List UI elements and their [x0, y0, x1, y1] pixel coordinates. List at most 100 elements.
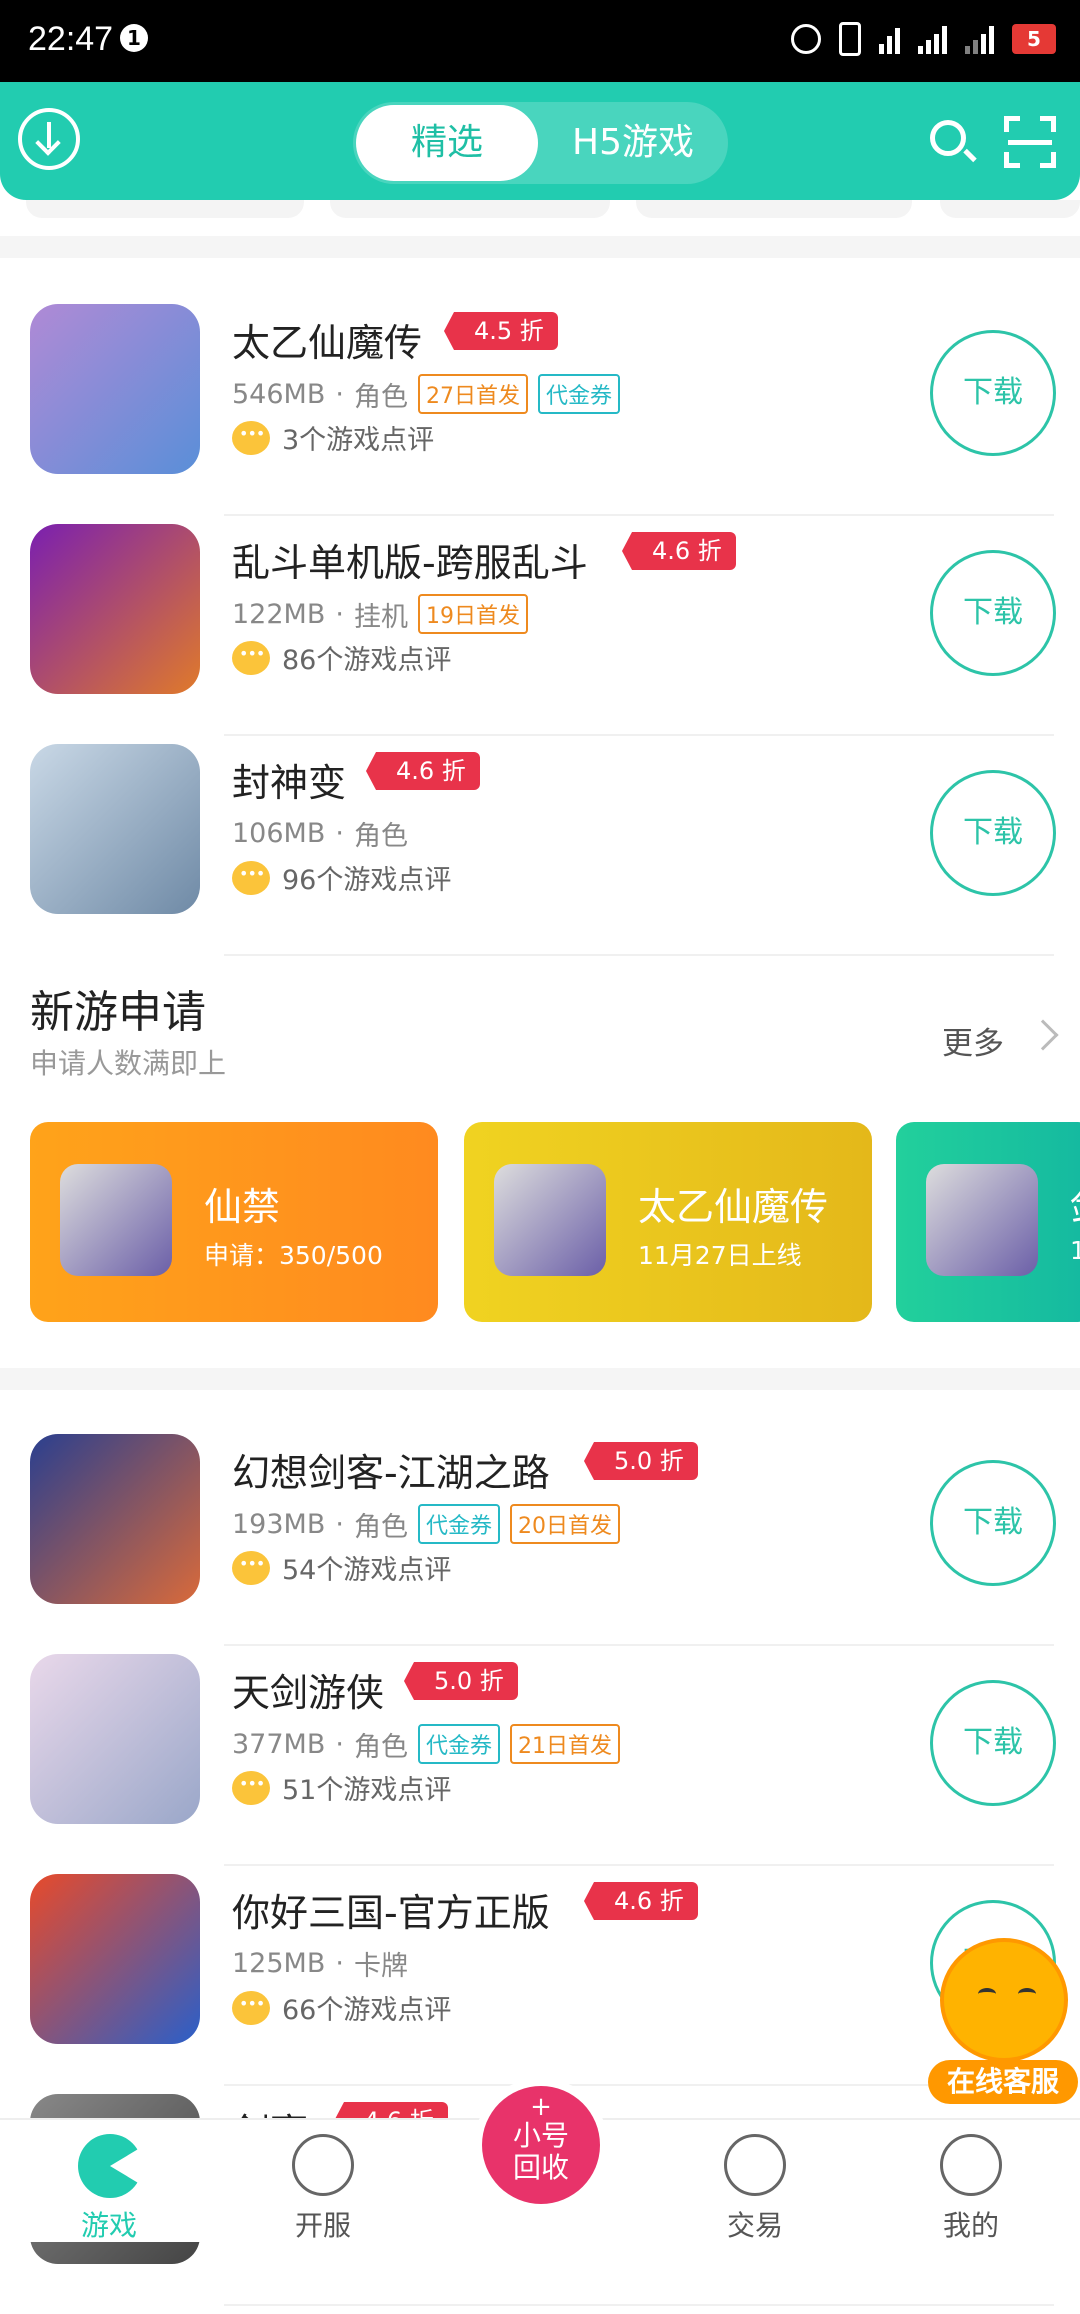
account-recycle-button[interactable]: + 小号回收	[482, 2086, 600, 2204]
status-time: 22:47	[28, 20, 114, 58]
game-name[interactable]: 你好三国-官方正版	[232, 1882, 550, 1937]
game-icon[interactable]	[30, 1434, 200, 1604]
notification-badge: 1	[120, 24, 148, 52]
new-game-name: 剑	[1070, 1176, 1080, 1231]
download-manager-icon[interactable]	[18, 108, 80, 170]
game-name[interactable]: 太乙仙魔传	[232, 312, 422, 367]
tab-featured[interactable]: 精选	[356, 105, 538, 181]
signal-icon-2	[965, 24, 994, 54]
nav-server-open-label: 开服	[294, 2209, 351, 2242]
new-game-card[interactable]: 仙禁申请：350/500	[30, 1122, 438, 1322]
game-icon[interactable]	[30, 524, 200, 694]
download-button[interactable]: 下载	[930, 1680, 1056, 1806]
previous-card-edge	[330, 200, 610, 218]
status-bar: 22:47 1 5	[0, 0, 1080, 82]
new-game-info: 申请：350/500	[204, 1241, 383, 1270]
game-category: 角色	[353, 821, 408, 852]
comment-bubble-icon	[232, 1770, 270, 1805]
review-count: 96个游戏点评	[282, 865, 452, 896]
row-divider	[224, 514, 1054, 516]
section-divider	[0, 236, 1080, 258]
scan-icon[interactable]	[1004, 116, 1056, 168]
exchange-icon	[724, 2134, 786, 2196]
meta-dot: ·	[335, 1948, 344, 1979]
nav-server-open[interactable]: 开服	[248, 2120, 398, 2244]
nav-mine[interactable]: 我的	[896, 2120, 1046, 2244]
top-segment-control: 精选 H5游戏	[353, 102, 728, 184]
game-tag: 21日首发	[509, 1724, 620, 1764]
row-divider	[224, 1644, 1054, 1646]
wifi-icon	[879, 24, 900, 54]
new-game-card[interactable]: 剑1	[896, 1122, 1080, 1322]
game-name[interactable]: 幻想剑客-江湖之路	[232, 1442, 550, 1497]
search-icon[interactable]	[930, 120, 966, 156]
game-name[interactable]: 乱斗单机版-跨服乱斗	[232, 532, 588, 587]
game-icon[interactable]	[30, 304, 200, 474]
account-recycle-label: 小号回收	[512, 2119, 569, 2184]
game-icon[interactable]	[30, 1654, 200, 1824]
new-game-info: 1	[1070, 1236, 1080, 1265]
game-name[interactable]: 天剑游侠	[232, 1662, 384, 1717]
game-name[interactable]: 封神变	[232, 752, 346, 807]
game-meta: 106MB · 角色	[232, 814, 408, 853]
game-category: 卡牌	[353, 1951, 408, 1982]
row-divider	[224, 734, 1054, 736]
more-link[interactable]: 更多	[942, 1018, 1004, 1063]
game-tag: 代金券	[417, 1504, 500, 1544]
tab-h5-games[interactable]: H5游戏	[548, 105, 718, 181]
discount-badge: 5.0 折	[584, 1442, 698, 1480]
game-tag: 代金券	[417, 1724, 500, 1764]
game-list-item[interactable]: 你好三国-官方正版4.6 折125MB·卡牌66个游戏点评下载	[0, 1874, 1080, 2094]
game-list-item[interactable]: 乱斗单机版-跨服乱斗 4.6 折 122MB · 挂机 19日首发 86个游戏点评 下载	[0, 524, 1080, 744]
previous-card-edge	[940, 200, 1080, 218]
row-divider	[224, 954, 1054, 956]
game-icon[interactable]	[30, 1874, 200, 2044]
game-category: 角色	[353, 1731, 408, 1763]
game-reviews: 66个游戏点评	[232, 1988, 451, 2027]
review-count: 86个游戏点评	[282, 645, 452, 676]
download-button[interactable]: 下载	[930, 770, 1056, 896]
game-list-item[interactable]: 天剑游侠 5.0 折 377MB · 角色代金券21日首发 51个游戏点评 下载	[0, 1654, 1080, 1874]
game-icon[interactable]	[30, 744, 200, 914]
game-size: 377MB	[232, 1728, 326, 1760]
game-meta: 546MB · 角色 27日首发 代金券	[232, 374, 620, 414]
new-game-card[interactable]: 太乙仙魔传 11月27日上线	[464, 1122, 872, 1322]
nav-trade[interactable]: 交易	[680, 2120, 830, 2244]
game-list-item[interactable]: 封神变 4.6 折 106MB · 角色 96个游戏点评 下载	[0, 744, 1080, 964]
download-button[interactable]: 下载	[930, 550, 1056, 676]
section-subtitle: 申请人数满即上	[30, 1047, 227, 1080]
game-tag: 代金券	[537, 374, 620, 414]
discount-badge: 4.6 折	[584, 1882, 698, 1920]
new-game-name: 太乙仙魔传	[638, 1185, 829, 1229]
alarm-icon	[791, 24, 821, 54]
game-tag: 27日首发	[417, 374, 528, 414]
game-reviews: 54个游戏点评	[232, 1548, 451, 1587]
game-meta: 377MB · 角色 代金券 21日首发	[232, 1724, 620, 1764]
comment-bubble-icon	[232, 1550, 270, 1585]
game-list-item[interactable]: 幻想剑客-江湖之路 5.0 折 193MB · 角色代金券20日首发 54个游戏点评 下载	[0, 1434, 1080, 1654]
previous-card-edge	[26, 200, 304, 218]
new-game-info: 11月27日上线	[638, 1241, 802, 1270]
game-meta: 125MB · 卡牌	[232, 1944, 408, 1983]
game-size: 122MB	[232, 598, 326, 630]
discount-badge: 4.6 折	[622, 532, 736, 570]
meta-dot: ·	[335, 1728, 344, 1760]
plus-icon: +	[530, 2092, 552, 2122]
system-icons: 5	[791, 22, 1056, 56]
download-button[interactable]: 下载	[930, 330, 1056, 456]
download-button[interactable]: 下载	[930, 1460, 1056, 1586]
nav-games[interactable]: 游戏	[34, 2120, 184, 2244]
game-list-item[interactable]: 太乙仙魔传 4.5 折 546MB · 角色 27日首发代金券 3个游戏点评 下载	[0, 304, 1080, 524]
nav-games-label: 游戏	[80, 2209, 137, 2242]
new-game-name: 仙禁	[204, 1185, 281, 1229]
online-service-label: 在线客服	[928, 2060, 1078, 2104]
game-category: 角色	[353, 1511, 408, 1543]
chevron-right-icon[interactable]	[1027, 1019, 1059, 1051]
discount-badge: 5.0 折	[404, 1662, 518, 1700]
game-tag: 20日首发	[509, 1504, 620, 1544]
game-reviews: 86个游戏点评	[232, 638, 451, 677]
online-service-button[interactable]: 在线客服	[928, 1938, 1078, 2108]
meta-dot: ·	[335, 1508, 344, 1540]
row-divider	[224, 2304, 1054, 2306]
game-reviews: 96个游戏点评	[232, 858, 451, 897]
